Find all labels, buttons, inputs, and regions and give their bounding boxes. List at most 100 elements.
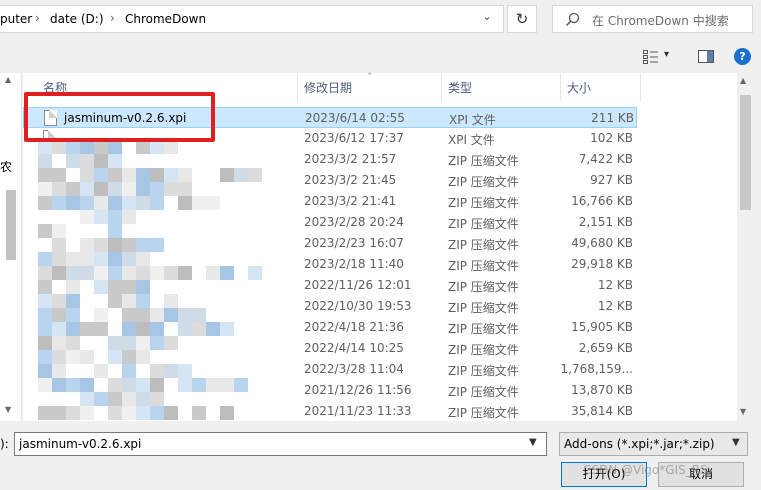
nav-scrollbar-thumb[interactable] <box>6 190 16 260</box>
mosaic-cell <box>136 350 150 364</box>
nav-item-fragment[interactable]: 农 <box>0 158 12 175</box>
mosaic-cell <box>234 168 248 182</box>
mosaic-cell <box>164 364 178 378</box>
mosaic-cell <box>122 308 136 322</box>
preview-pane-icon[interactable] <box>698 50 714 63</box>
mosaic-cell <box>150 182 164 196</box>
mosaic-cell <box>150 364 164 378</box>
breadcrumb-folder[interactable]: ChromeDown <box>125 12 206 26</box>
nav-scroll-down-icon[interactable]: ▼ <box>5 405 11 414</box>
filename-dropdown-icon[interactable]: ▼ <box>529 437 537 448</box>
mosaic-cell <box>52 168 66 182</box>
search-box[interactable]: 在 ChromeDown 中搜索 <box>552 5 753 33</box>
mosaic-cell <box>122 266 136 280</box>
mosaic-cell <box>220 168 234 182</box>
column-divider[interactable] <box>560 73 561 101</box>
mosaic-cell <box>52 294 66 308</box>
mosaic-cell <box>108 406 122 420</box>
mosaic-cell <box>206 378 220 392</box>
search-icon <box>565 12 580 27</box>
filename-label: ): <box>0 437 9 451</box>
address-history-dropdown-icon[interactable]: ⌄ <box>478 10 496 28</box>
mosaic-cell <box>136 392 150 406</box>
file-type: ZIP 压缩文件 <box>448 217 519 231</box>
mosaic-cell <box>136 252 150 266</box>
scroll-down-icon[interactable]: ▼ <box>740 407 746 416</box>
change-view-button[interactable]: ▾ <box>643 47 671 67</box>
mosaic-cell <box>80 168 94 182</box>
mosaic-cell <box>108 182 122 196</box>
obscured-file-names <box>38 140 288 421</box>
mosaic-cell <box>38 336 52 350</box>
details-view-icon <box>643 50 658 64</box>
file-type: XPI 文件 <box>449 113 496 127</box>
column-header-size[interactable]: 大小 <box>567 79 591 99</box>
mosaic-cell <box>66 280 80 294</box>
mosaic-cell <box>52 224 66 238</box>
mosaic-cell <box>52 238 66 252</box>
mosaic-cell <box>150 392 164 406</box>
scroll-up-icon[interactable]: ▲ <box>740 76 746 85</box>
column-divider[interactable] <box>640 73 641 101</box>
mosaic-cell <box>164 336 178 350</box>
mosaic-cell <box>52 182 66 196</box>
file-type: ZIP 压缩文件 <box>448 175 519 189</box>
mosaic-cell <box>38 154 52 168</box>
refresh-button[interactable]: ↻ <box>507 5 537 33</box>
mosaic-cell <box>80 252 94 266</box>
file-date: 2023/3/2 21:41 <box>304 194 397 208</box>
mosaic-cell <box>150 406 164 420</box>
mosaic-cell <box>80 266 94 280</box>
column-divider[interactable] <box>441 73 442 101</box>
mosaic-cell <box>52 350 66 364</box>
file-size: 1,768,159... <box>560 362 633 376</box>
mosaic-cell <box>122 252 136 266</box>
filename-input[interactable]: jasminum-v0.2.6.xpi ▼ <box>14 432 547 456</box>
mosaic-cell <box>38 308 52 322</box>
mosaic-cell <box>66 182 80 196</box>
file-type: ZIP 压缩文件 <box>448 322 519 336</box>
mosaic-cell <box>150 308 164 322</box>
mosaic-cell <box>136 294 150 308</box>
mosaic-cell <box>178 196 192 210</box>
mosaic-cell <box>248 266 262 280</box>
mosaic-cell <box>52 140 66 154</box>
mosaic-cell <box>38 350 52 364</box>
mosaic-cell <box>108 392 122 406</box>
address-bar[interactable]: puter › date (D:) › ChromeDown ⌄ <box>0 5 504 33</box>
mosaic-cell <box>66 196 80 210</box>
file-date: 2021/11/23 11:33 <box>304 404 412 418</box>
mosaic-cell <box>192 308 206 322</box>
file-type-select[interactable]: Add-ons (*.xpi;*.jar;*.zip) ▼ <box>559 432 748 456</box>
mosaic-cell <box>94 238 108 252</box>
view-dropdown-icon[interactable]: ▾ <box>664 49 669 60</box>
mosaic-cell <box>164 182 178 196</box>
file-size: 927 KB <box>590 173 633 187</box>
file-list-scrollbar-thumb[interactable] <box>740 95 751 210</box>
mosaic-cell <box>38 182 52 196</box>
mosaic-cell <box>94 322 108 336</box>
breadcrumb-computer[interactable]: puter <box>0 12 32 26</box>
file-size: 12 KB <box>597 278 633 292</box>
mosaic-cell <box>150 378 164 392</box>
nav-scroll-up-icon[interactable]: ▲ <box>5 75 11 84</box>
mosaic-cell <box>108 210 122 224</box>
mosaic-cell <box>52 266 66 280</box>
mosaic-cell <box>150 196 164 210</box>
mosaic-cell <box>122 294 136 308</box>
breadcrumb-drive[interactable]: date (D:) <box>50 12 104 26</box>
mosaic-cell <box>94 196 108 210</box>
file-size: 211 KB <box>591 111 634 125</box>
mosaic-cell <box>108 224 122 238</box>
help-button[interactable]: ? <box>734 48 751 65</box>
mosaic-cell <box>52 364 66 378</box>
column-header-type[interactable]: 类型 <box>448 79 472 99</box>
mosaic-cell <box>66 322 80 336</box>
file-date: 2022/3/28 11:04 <box>304 362 404 376</box>
file-type-dropdown-icon[interactable]: ▼ <box>732 437 740 448</box>
mosaic-cell <box>38 406 52 420</box>
mosaic-cell <box>192 378 206 392</box>
mosaic-cell <box>136 196 150 210</box>
column-header-date[interactable]: 修改日期 <box>304 79 352 99</box>
column-divider[interactable] <box>297 73 298 101</box>
